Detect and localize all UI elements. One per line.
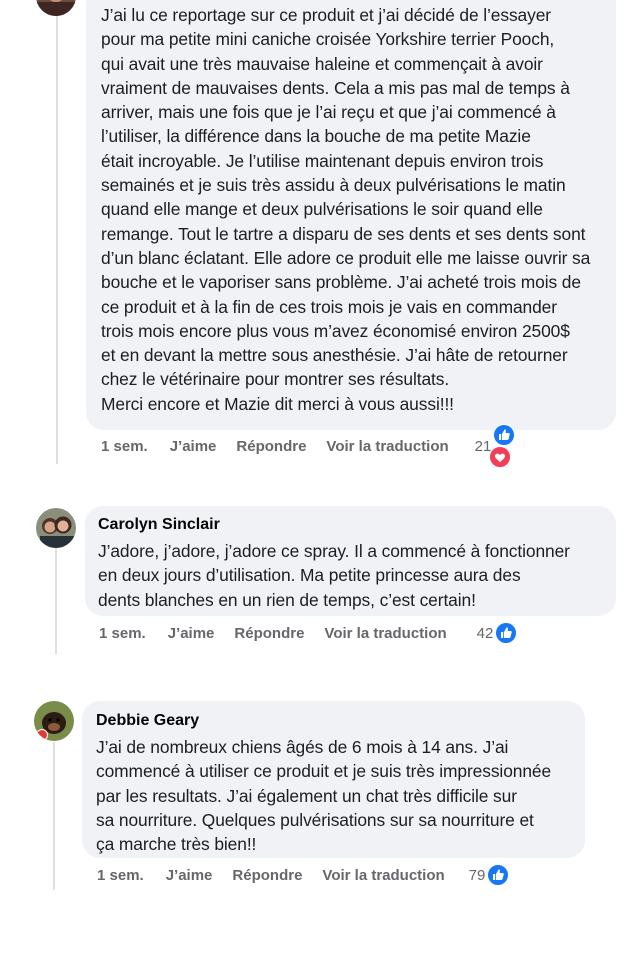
avatar[interactable] [36, 0, 76, 16]
comment-bubble: Debbie Geary J’ai de nombreux chiens âgé… [82, 701, 585, 858]
like-icon [487, 864, 510, 886]
comment-author[interactable]: Carolyn Sinclair [98, 515, 604, 535]
comments-page: J’ai lu ce reportage sur ce produit et j… [0, 0, 640, 960]
comment-text: J’adore, j’adore, j’adore ce spray. Il a… [98, 541, 570, 610]
reply-button[interactable]: Répondre [234, 625, 304, 642]
comment-actions: 1 sem. J’aime Répondre Voir la traductio… [99, 621, 518, 645]
like-button[interactable]: J’aime [168, 625, 215, 642]
translate-button[interactable]: Voir la traduction [322, 867, 444, 884]
reactions[interactable] [489, 424, 516, 468]
comment-text: J’ai de nombreux chiens âgés de 6 mois à… [96, 737, 552, 855]
reactions[interactable] [495, 622, 518, 644]
comment-time[interactable]: 1 sem. [101, 438, 148, 455]
comment-bubble: Carolyn Sinclair J’adore, j’adore, j’ado… [85, 506, 616, 616]
like-icon [495, 622, 518, 644]
translate-button[interactable]: Voir la traduction [326, 438, 448, 455]
thread-line [53, 742, 55, 890]
badge-icon [36, 729, 48, 741]
comment-text: J’ai lu ce reportage sur ce produit et j… [101, 5, 591, 414]
reaction-count[interactable]: 79 [469, 867, 486, 884]
comment-bubble: J’ai lu ce reportage sur ce produit et j… [86, 0, 616, 430]
comment-time[interactable]: 1 sem. [97, 867, 144, 884]
avatar[interactable] [34, 701, 74, 741]
love-icon [489, 446, 512, 468]
comment-actions: 1 sem. J’aime Répondre Voir la traductio… [97, 863, 510, 887]
reply-button[interactable]: Répondre [236, 438, 306, 455]
like-button[interactable]: J’aime [170, 438, 217, 455]
translate-button[interactable]: Voir la traduction [324, 625, 446, 642]
comment-author[interactable]: Debbie Geary [96, 711, 573, 731]
avatar[interactable] [36, 508, 76, 548]
comment-actions: 1 sem. J’aime Répondre Voir la traductio… [101, 424, 516, 468]
reaction-count[interactable]: 42 [477, 625, 494, 642]
comment-time[interactable]: 1 sem. [99, 625, 146, 642]
reactions[interactable] [487, 864, 510, 886]
like-button[interactable]: J’aime [166, 867, 213, 884]
thread-line [56, 14, 58, 464]
thread-line [55, 548, 57, 654]
reply-button[interactable]: Répondre [232, 867, 302, 884]
like-icon [493, 424, 516, 446]
